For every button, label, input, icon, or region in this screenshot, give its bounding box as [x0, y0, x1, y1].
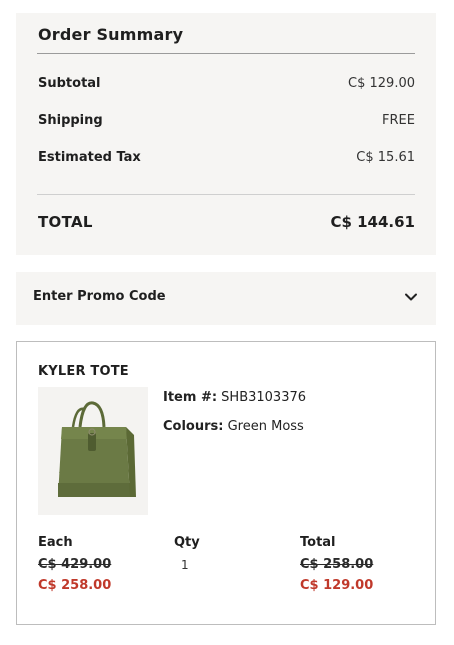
- qty-column-header: Qty: [174, 535, 200, 550]
- order-summary-title: Order Summary: [38, 25, 184, 44]
- cart-item-card: KYLER TOTE Item #: SHB3103376 Colours: G…: [16, 341, 436, 625]
- each-sale-price: C$ 258.00: [38, 578, 112, 593]
- promo-code-toggle[interactable]: Enter Promo Code: [16, 272, 436, 325]
- order-summary-panel: Order Summary Subtotal C$ 129.00 Shippin…: [16, 13, 436, 255]
- colour-value: Green Moss: [227, 419, 304, 434]
- item-number-line: Item #: SHB3103376: [163, 390, 306, 405]
- total-original-price: C$ 258.00: [300, 557, 374, 572]
- tote-bag-icon: [58, 401, 136, 497]
- estimated-tax-value: C$ 15.61: [356, 150, 415, 165]
- total-sale-price: C$ 129.00: [300, 578, 374, 593]
- shipping-label: Shipping: [38, 113, 103, 128]
- estimated-tax-label: Estimated Tax: [38, 150, 141, 165]
- chevron-down-icon[interactable]: [404, 290, 418, 304]
- total-value: C$ 144.61: [330, 213, 415, 231]
- product-name[interactable]: KYLER TOTE: [38, 364, 129, 379]
- total-column-header: Total: [300, 535, 336, 550]
- total-label: TOTAL: [38, 213, 93, 231]
- product-image[interactable]: [38, 387, 148, 515]
- each-column-header: Each: [38, 535, 73, 550]
- subtotal-label: Subtotal: [38, 76, 101, 91]
- item-number-label: Item #:: [163, 390, 218, 405]
- colour-line: Colours: Green Moss: [163, 419, 304, 434]
- cart-page: Order Summary Subtotal C$ 129.00 Shippin…: [0, 0, 454, 645]
- divider: [37, 194, 415, 195]
- divider: [37, 53, 415, 54]
- shipping-value: FREE: [382, 113, 415, 128]
- promo-code-label: Enter Promo Code: [33, 289, 166, 304]
- colour-label: Colours:: [163, 419, 224, 434]
- item-number-value: SHB3103376: [221, 390, 307, 405]
- each-original-price: C$ 429.00: [38, 557, 112, 572]
- subtotal-value: C$ 129.00: [348, 76, 415, 91]
- quantity-value: 1: [181, 558, 189, 572]
